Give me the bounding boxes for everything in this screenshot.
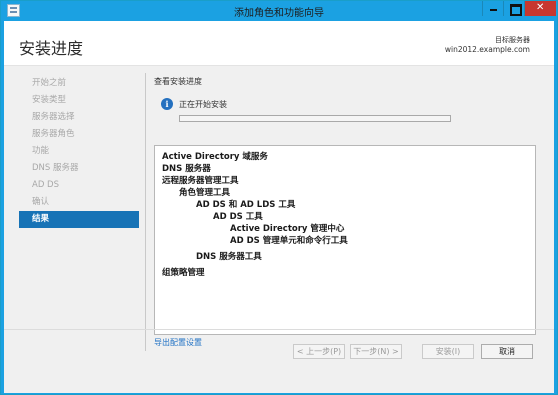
target-server-name: win2012.example.com xyxy=(444,45,530,54)
wizard-steps-sidebar: 开始之前 安装类型 服务器选择 服务器角色 功能 DNS 服务器 AD DS 确… xyxy=(19,75,139,228)
target-server-label: 目标服务器 xyxy=(495,36,530,44)
wizard-header: 安装进度 目标服务器 win2012.example.com xyxy=(4,21,554,66)
main-content: 查看安装进度 i 正在开始安装 Active Directory 域服务 DNS… xyxy=(154,73,539,353)
title-bar[interactable]: 添加角色和功能向导 xyxy=(1,1,557,20)
next-button[interactable]: 下一步(N) > xyxy=(350,344,402,359)
install-status-text: 正在开始安装 xyxy=(179,100,227,109)
install-button[interactable]: 安装(I) xyxy=(422,344,474,359)
sidebar-item-confirmation: 确认 xyxy=(32,197,50,207)
installation-results-list[interactable]: Active Directory 域服务 DNS 服务器 远程服务器管理工具 角… xyxy=(154,145,536,335)
result-item: AD DS 和 AD LDS 工具 xyxy=(196,200,296,210)
wizard-window: 添加角色和功能向导 安装进度 目标服务器 win2012.example.com… xyxy=(0,0,558,395)
sidebar-item-features: 功能 xyxy=(32,146,50,156)
window-title: 添加角色和功能向导 xyxy=(234,8,324,19)
result-item: AD DS 管理单元和命令行工具 xyxy=(230,236,348,246)
close-icon[interactable] xyxy=(524,1,556,16)
export-config-link[interactable]: 导出配置设置 xyxy=(154,337,202,348)
result-item: Active Directory 管理中心 xyxy=(230,224,345,234)
wizard-client-area: 安装进度 目标服务器 win2012.example.com 开始之前 安装类型… xyxy=(4,21,554,393)
result-item: 组策略管理 xyxy=(162,268,205,278)
sidebar-item-results[interactable]: 结果 xyxy=(19,211,139,228)
info-icon: i xyxy=(161,98,173,110)
result-item: 角色管理工具 xyxy=(179,188,231,198)
install-progress-bar xyxy=(179,115,451,122)
result-item: DNS 服务器工具 xyxy=(196,252,262,262)
sidebar-item-installation-type: 安装类型 xyxy=(32,95,67,105)
cancel-button[interactable]: 取消 xyxy=(481,344,533,359)
sidebar-item-dns-server: DNS 服务器 xyxy=(32,163,79,173)
result-item: AD DS 工具 xyxy=(213,212,263,222)
minimize-icon[interactable] xyxy=(482,1,503,16)
maximize-icon[interactable] xyxy=(503,1,524,16)
sidebar-item-before-you-begin: 开始之前 xyxy=(32,78,67,88)
section-title: 查看安装进度 xyxy=(154,77,202,86)
page-title: 安装进度 xyxy=(19,39,84,58)
result-item: Active Directory 域服务 xyxy=(162,152,268,162)
sidebar-divider xyxy=(145,73,146,351)
sidebar-item-server-roles: 服务器角色 xyxy=(32,129,75,139)
sidebar-item-server-selection: 服务器选择 xyxy=(32,112,75,122)
footer-divider xyxy=(4,329,554,330)
result-item: DNS 服务器 xyxy=(162,164,211,174)
previous-button[interactable]: < 上一步(P) xyxy=(293,344,345,359)
sidebar-item-ad-ds: AD DS xyxy=(32,180,60,190)
result-item: 远程服务器管理工具 xyxy=(162,176,239,186)
